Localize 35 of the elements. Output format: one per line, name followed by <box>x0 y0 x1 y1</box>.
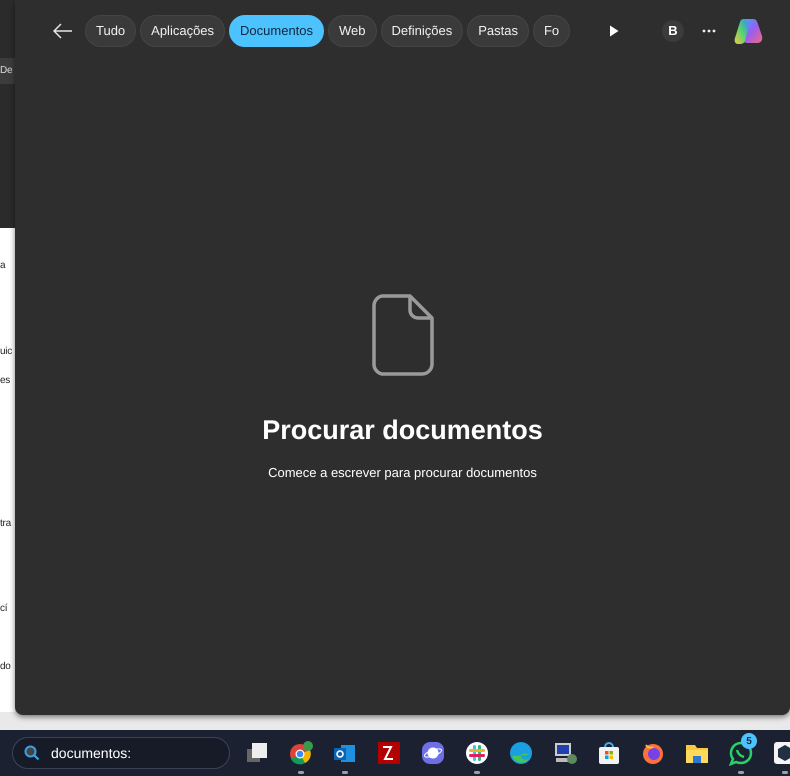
running-indicator <box>298 771 304 774</box>
cut-off-text: do <box>0 660 11 674</box>
cut-off-text: De <box>0 64 12 78</box>
document-icon <box>372 294 434 376</box>
computer-monitor-icon <box>552 740 578 766</box>
z-logo-icon <box>376 740 402 766</box>
filter-tab[interactable]: Web <box>328 15 377 47</box>
taskbar-search-field[interactable]: documentos: <box>12 737 230 769</box>
empty-state-title: Procurar documentos <box>262 414 543 447</box>
running-indicator <box>738 771 744 774</box>
cut-off-text: es <box>0 374 10 388</box>
filter-tab[interactable]: Pastas <box>467 15 529 47</box>
running-indicator <box>474 771 480 774</box>
filter-tab[interactable]: Tudo <box>85 15 136 47</box>
hash-logo-icon <box>464 740 490 766</box>
colorful-logo-icon[interactable] <box>734 17 764 45</box>
round-browser-icon <box>288 740 314 766</box>
taskbar-app-button[interactable]: 5 <box>719 731 763 775</box>
wave-logo-icon <box>508 740 534 766</box>
running-indicator <box>342 771 348 774</box>
planet-icon <box>420 740 446 766</box>
cut-off-text: a <box>0 259 6 273</box>
filter-tab[interactable]: Documentos <box>229 15 324 47</box>
filter-tab[interactable]: Aplicações <box>140 15 226 47</box>
account-avatar[interactable]: B <box>662 20 684 42</box>
notification-badge: 5 <box>741 733 757 749</box>
filter-tab[interactable]: Definições <box>380 15 464 47</box>
empty-state-message: Comece a escrever para procurar documentos <box>268 464 537 482</box>
search-icon <box>24 745 40 761</box>
cut-off-text: cí <box>0 602 8 616</box>
cut-off-text: tra <box>0 517 11 531</box>
shopping-bag-icon <box>596 740 622 766</box>
running-indicator <box>782 771 788 774</box>
filter-tab[interactable]: Fo <box>532 15 570 47</box>
cut-off-text: uic <box>0 345 12 359</box>
